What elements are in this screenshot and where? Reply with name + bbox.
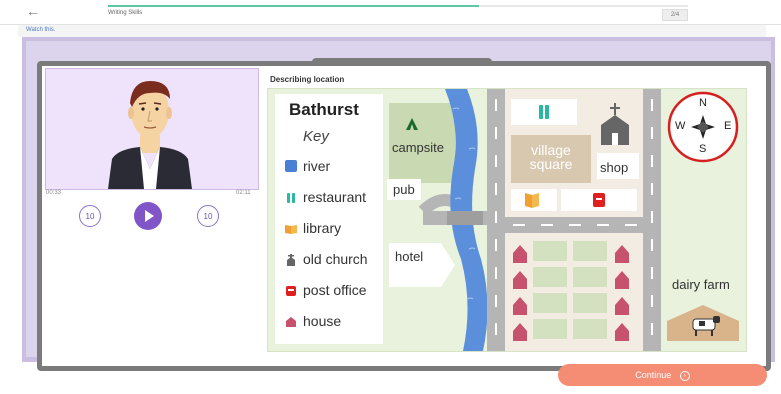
key-item-library: library bbox=[285, 220, 341, 236]
compass-west: W bbox=[675, 120, 686, 132]
forward-label: 10 bbox=[203, 212, 213, 221]
house-icon bbox=[285, 315, 297, 327]
map-label-shop: shop bbox=[600, 160, 629, 175]
library-icon bbox=[285, 222, 297, 234]
compass-east: E bbox=[724, 120, 732, 132]
compass-north: N bbox=[699, 97, 707, 109]
restaurant-icon bbox=[285, 191, 297, 203]
back-arrow-icon[interactable]: ← bbox=[26, 3, 40, 19]
church-icon bbox=[285, 253, 297, 266]
section-heading: Describing location bbox=[270, 75, 345, 84]
key-title: Key bbox=[303, 128, 329, 145]
instruction-bar: Watch this. bbox=[18, 25, 766, 37]
key-item-post-office: post office bbox=[285, 282, 367, 298]
top-bar: ← Writing Skills 2/4 bbox=[0, 0, 781, 25]
river-icon bbox=[285, 160, 297, 172]
continue-label: Continue bbox=[635, 370, 672, 380]
key-item-label: restaurant bbox=[303, 189, 367, 205]
map-label-pub: pub bbox=[387, 179, 421, 200]
forward-10-button[interactable]: 10 bbox=[197, 205, 219, 227]
map-panel: Bathurst Key river restaurant library ol… bbox=[267, 88, 747, 352]
arrow-circle-right-icon: › bbox=[679, 370, 690, 381]
map-label-hotel: hotel bbox=[395, 249, 424, 264]
instruction-text: Watch this. bbox=[26, 27, 56, 33]
key-item-label: river bbox=[303, 158, 331, 174]
stage-background: 00:33 02:11 10 10 Describing location Ba… bbox=[26, 41, 771, 371]
key-item-label: old church bbox=[303, 251, 368, 267]
activity-frame: 00:33 02:11 10 10 Describing location Ba… bbox=[37, 61, 771, 371]
presenter-illustration bbox=[108, 81, 192, 189]
page-counter: 2/4 bbox=[662, 9, 688, 21]
continue-button[interactable]: Continue › bbox=[558, 364, 767, 386]
key-item-label: house bbox=[303, 313, 342, 329]
post-office-icon bbox=[285, 284, 297, 296]
map-label-campsite: campsite bbox=[392, 140, 445, 155]
video-total-time: 02:11 bbox=[236, 190, 251, 196]
tent-icon bbox=[404, 116, 420, 132]
rewind-label: 10 bbox=[85, 212, 95, 221]
play-icon bbox=[145, 210, 154, 222]
key-item-house: house bbox=[285, 313, 341, 329]
key-item-restaurant: restaurant bbox=[285, 189, 366, 205]
lesson-title: Writing Skills bbox=[108, 10, 143, 16]
key-item-label: library bbox=[303, 220, 342, 236]
video-current-time: 00:33 bbox=[46, 190, 62, 196]
compass-south: S bbox=[699, 143, 707, 155]
map-title: Bathurst bbox=[289, 100, 359, 119]
town-map bbox=[383, 89, 746, 351]
key-item-label: post office bbox=[303, 282, 367, 298]
map-key: Bathurst Key river restaurant library ol… bbox=[275, 94, 383, 344]
activity-stage: 00:33 02:11 10 10 Describing location Ba… bbox=[22, 37, 775, 371]
video-player[interactable] bbox=[45, 68, 259, 190]
lesson-progress-fill bbox=[108, 5, 480, 7]
play-button[interactable] bbox=[134, 202, 162, 230]
rewind-10-button[interactable]: 10 bbox=[79, 205, 101, 227]
lesson-progress-bar bbox=[108, 5, 688, 7]
key-item-river: river bbox=[285, 158, 330, 174]
key-item-old-church: old church bbox=[285, 251, 368, 267]
map-label-village-square: village square bbox=[529, 142, 573, 172]
map-label-dairy-farm: dairy farm bbox=[672, 277, 730, 292]
